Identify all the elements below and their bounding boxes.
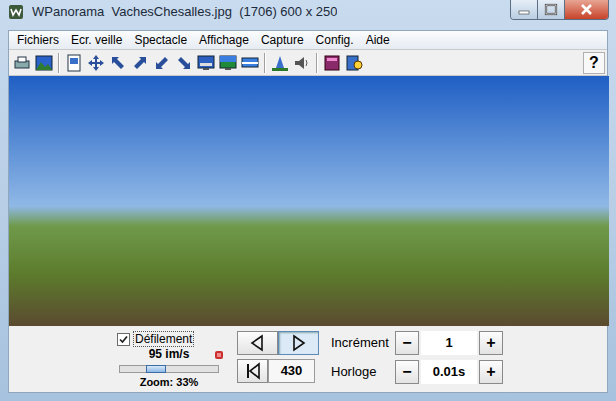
speed-reading: 95 im/s — [149, 347, 190, 362]
speed-row: 95 im/s — [113, 347, 225, 362]
menu-item[interactable]: Affichage — [193, 32, 255, 48]
scroll-label[interactable]: Défilement — [133, 331, 194, 347]
title-bar: WPanorama VachesChesalles.jpg (1706) 600… — [0, 0, 616, 30]
window-bottom-frame — [0, 393, 616, 401]
scroll-group: Défilement95 im/s Zoom: 33% — [113, 331, 225, 389]
increment-value[interactable]: 1 — [421, 331, 477, 355]
record-icon — [215, 351, 223, 359]
arrow-nw-icon[interactable] — [109, 54, 127, 72]
screen-flat-icon[interactable] — [241, 54, 259, 72]
scroll-checkbox-row[interactable]: Défilement — [113, 331, 225, 347]
menu-bar: FichiersEcr. veilleSpectacleAffichageCap… — [9, 31, 607, 49]
minimize-icon[interactable] — [511, 0, 538, 19]
client-area: FichiersEcr. veilleSpectacleAffichageCap… — [8, 30, 608, 393]
book-icon[interactable] — [323, 54, 341, 72]
clock-plus-button[interactable]: + — [479, 360, 503, 384]
menu-item[interactable]: Ecr. veille — [65, 32, 128, 48]
menu-item[interactable]: Spectacle — [128, 32, 193, 48]
zoom-slider-thumb[interactable] — [146, 365, 166, 373]
app-icon — [8, 4, 24, 20]
position-field: 430 — [268, 359, 315, 383]
toolbar-separator — [264, 53, 266, 73]
increment-label: Incrément — [331, 333, 395, 353]
maximize-icon[interactable] — [538, 0, 565, 19]
timing-group: Incrément−1+Horloge−0.01s+ — [331, 331, 503, 384]
nav-group: 430 — [237, 331, 315, 383]
menu-item[interactable]: Capture — [255, 32, 310, 48]
clock-value[interactable]: 0.01s — [421, 360, 477, 384]
increment-minus-button[interactable]: − — [395, 331, 419, 355]
screen-gradient-icon[interactable] — [219, 54, 237, 72]
stand-icon[interactable] — [271, 54, 289, 72]
arrow-se-icon[interactable] — [175, 54, 193, 72]
window-controls — [510, 0, 609, 20]
arrow-ne-icon[interactable] — [131, 54, 149, 72]
screen-icon[interactable] — [197, 54, 215, 72]
move-icon[interactable] — [87, 54, 105, 72]
first-icon[interactable] — [237, 359, 268, 383]
zoom-label: Zoom: 33% — [140, 375, 199, 389]
page-icon[interactable] — [65, 54, 83, 72]
scroll-checkbox[interactable] — [117, 333, 130, 346]
toolbar-separator — [58, 53, 60, 73]
panorama-image — [9, 76, 609, 326]
nav-row: 430 — [237, 359, 315, 383]
toolbar: ? — [9, 49, 607, 76]
help-button[interactable]: ? — [583, 52, 605, 74]
menu-item[interactable]: Fichiers — [11, 32, 65, 48]
increment-row: Incrément−1+ — [331, 331, 503, 355]
menu-item[interactable]: Config. — [310, 32, 360, 48]
help-book-icon[interactable] — [345, 54, 363, 72]
clock-row: Horloge−0.01s+ — [331, 360, 503, 384]
toolbar-separator — [316, 53, 318, 73]
print-icon[interactable] — [13, 54, 31, 72]
speaker-icon[interactable] — [293, 54, 311, 72]
window-title: WPanorama VachesChesalles.jpg (1706) 600… — [32, 2, 337, 22]
next-icon[interactable] — [278, 331, 319, 355]
arrow-sw-icon[interactable] — [153, 54, 171, 72]
increment-plus-button[interactable]: + — [479, 331, 503, 355]
prev-icon[interactable] — [237, 331, 278, 355]
close-icon[interactable] — [565, 0, 608, 19]
nav-row — [237, 331, 315, 355]
clock-label: Horloge — [331, 362, 395, 382]
control-panel: Défilement95 im/s Zoom: 33% 430 Incrément−1… — [9, 326, 607, 392]
clock-minus-button[interactable]: − — [395, 360, 419, 384]
zoom-slider[interactable] — [119, 365, 219, 373]
image-icon[interactable] — [35, 54, 53, 72]
title-area: WPanorama VachesChesalles.jpg (1706) 600… — [0, 0, 510, 24]
menu-item[interactable]: Aide — [360, 32, 396, 48]
